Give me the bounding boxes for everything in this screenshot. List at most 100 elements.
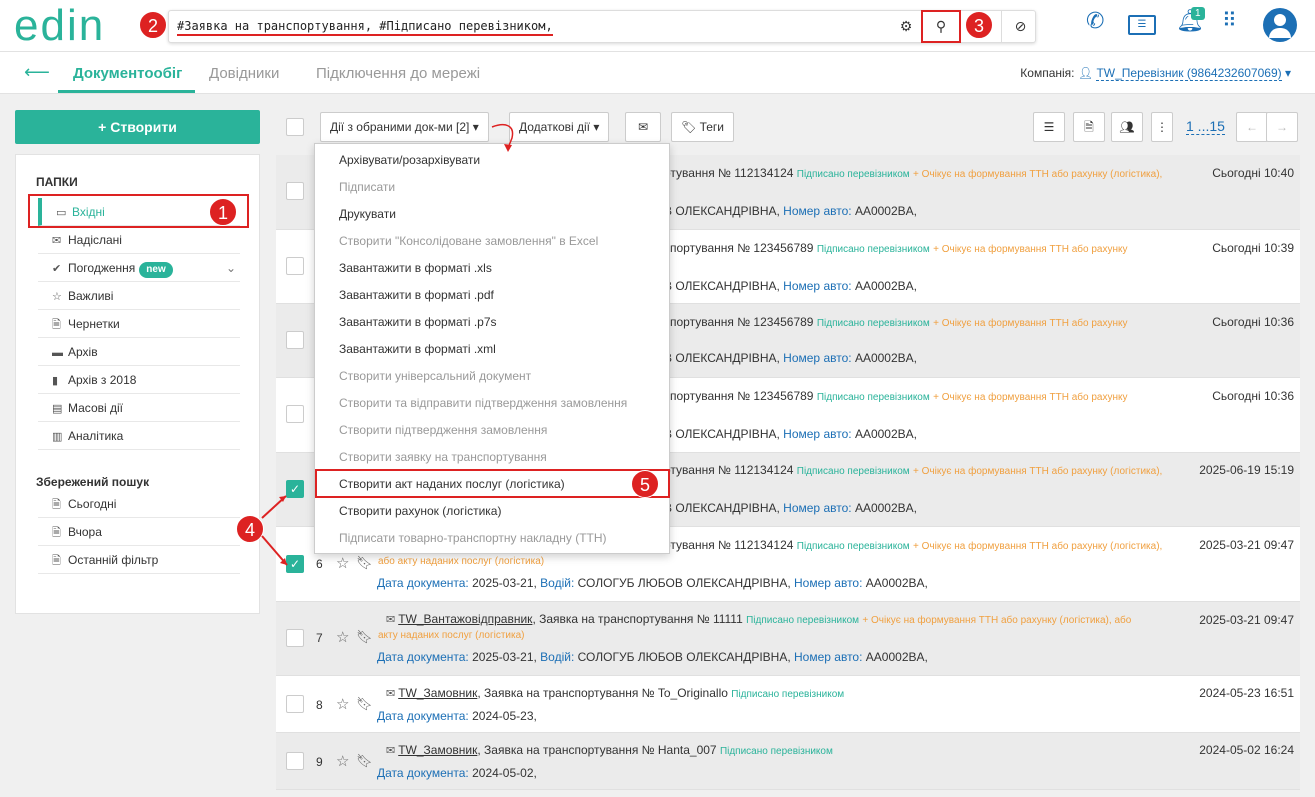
menu-item-download-p7s[interactable]: Завантажити в форматі .p7s — [315, 309, 669, 336]
menu-item-order-confirmation[interactable]: Створити підтвердження замовлення — [315, 417, 669, 444]
driver-name: СОЛОГУБ ЛЮБОВ ОЛЕКСАНДРІВНА, — [577, 650, 791, 664]
menu-item-sign[interactable]: Підписати — [315, 174, 669, 201]
row-checkbox[interactable] — [286, 695, 304, 713]
pagination[interactable]: 1 ...15 — [1186, 118, 1225, 135]
list-view-button[interactable]: ☰ — [1033, 112, 1065, 142]
company-dropdown[interactable]: TW_Перевізник (9864232607069) — [1096, 66, 1282, 81]
row-number: 7 — [316, 631, 323, 645]
saved-search-yesterday[interactable]: 🗎︎ Вчора — [38, 518, 240, 546]
selected-actions-dropdown[interactable]: Дії з обраними док-ми [2] ▾ — [320, 112, 489, 142]
star-icon[interactable]: ☆ — [336, 628, 349, 646]
tags-button[interactable]: 🏷︎ Теги — [671, 112, 734, 142]
row-checkbox[interactable] — [286, 182, 304, 200]
sender-link[interactable]: TW_Вантажовідправник — [398, 612, 532, 626]
doc-view-button[interactable]: 🗎︎ — [1073, 112, 1105, 142]
status-waiting: + Очікує на формування ТТН або рахунку — [933, 392, 1128, 403]
row-checkbox[interactable] — [286, 629, 304, 647]
tab-directories[interactable]: Довідники — [209, 65, 279, 82]
row-checkbox-checked[interactable]: ✓ — [286, 555, 304, 573]
menu-item-sign-waybill[interactable]: Підписати товарно-транспортну накладну (… — [315, 525, 669, 552]
doc-date: 2025-06-19 15:19 — [1199, 463, 1294, 477]
sidebar-item-analytics[interactable]: ▥ Аналітика — [38, 422, 240, 450]
sidebar-item-mass-actions[interactable]: ▤ Масові дії — [38, 394, 240, 422]
menu-item-consolidated-order[interactable]: Створити "Консолідоване замовлення" в Ex… — [315, 228, 669, 255]
table-row[interactable]: 7 ☆ 🔖︎ ✉ TW_Вантажовідправник, Заявка на … — [276, 602, 1300, 676]
status-waiting: + Очікує на формування ТТН або рахунку (… — [913, 466, 1163, 477]
news-icon[interactable]: ☰ — [1128, 15, 1156, 35]
sidebar-item-sent[interactable]: ✉ Надіслані — [38, 226, 240, 254]
bookmark-icon[interactable]: 🔖︎ — [356, 629, 373, 645]
group-view-button[interactable]: 👥︎ — [1111, 112, 1143, 142]
filter-settings-icon[interactable]: ⚙ — [887, 11, 925, 42]
more-options-button[interactable]: ⋮ — [1151, 112, 1173, 142]
check-icon: ✔ — [52, 263, 62, 275]
user-icon — [1274, 14, 1286, 26]
status-signed: Підписано перевізником — [746, 615, 860, 626]
next-page-button[interactable]: → — [1266, 112, 1298, 142]
search-input[interactable]: #Заявка на транспортування, #Підписано п… — [177, 19, 553, 36]
menu-item-universal-doc[interactable]: Створити універсальний документ — [315, 363, 669, 390]
doc-title: , Заявка на транспортування № 11111 — [532, 612, 743, 626]
apps-grid-icon[interactable]: ⠿ — [1222, 8, 1237, 33]
saved-search-today[interactable]: 🗎︎ Сьогодні — [38, 490, 240, 518]
bookmark-icon[interactable]: 🔖︎ — [356, 753, 373, 769]
caret-down-icon[interactable]: ▾ — [1285, 66, 1291, 80]
saved-search-last-filter[interactable]: 🗎︎ Останній фільтр — [38, 546, 240, 574]
menu-item-download-xml[interactable]: Завантажити в форматі .xml — [315, 336, 669, 363]
star-icon[interactable]: ☆ — [336, 695, 349, 713]
status-signed: Підписано перевізником — [796, 466, 910, 477]
back-arrow-icon[interactable]: ⟵ — [24, 62, 50, 83]
menu-item-print[interactable]: Друкувати — [315, 201, 669, 228]
folders-title: ПАПКИ — [36, 175, 78, 189]
email-button[interactable]: ✉ — [625, 112, 661, 142]
doc-date: 2025-03-21 09:47 — [1199, 538, 1294, 552]
bookmark-icon[interactable]: 🔖︎ — [356, 696, 373, 712]
sidebar-item-archive[interactable]: ▬ Архів — [38, 338, 240, 366]
phone-icon[interactable]: ✆ — [1086, 8, 1104, 34]
row-checkbox[interactable] — [286, 405, 304, 423]
prev-page-button[interactable]: ← — [1236, 112, 1268, 142]
menu-item-invoice[interactable]: Створити рахунок (логістика) — [315, 498, 669, 525]
sidebar-item-important[interactable]: ☆ Важливі — [38, 282, 240, 310]
row-number: 6 — [316, 557, 323, 571]
sidebar-item-drafts[interactable]: 🗎︎ Чернетки — [38, 310, 240, 338]
row-checkbox[interactable] — [286, 331, 304, 349]
car-number: AA0002BA, — [865, 576, 928, 590]
sender-link[interactable]: TW_Замовник — [398, 686, 477, 700]
sender-link[interactable]: TW_Замовник — [398, 743, 477, 757]
extra-actions-dropdown[interactable]: Додаткові дії ▾ — [509, 112, 610, 142]
row-number: 8 — [316, 698, 323, 712]
chevron-down-icon[interactable]: ⌄ — [226, 254, 236, 282]
status-waiting-cont: або акту наданих послуг (логістика) — [378, 556, 545, 567]
clear-search-button[interactable]: ⊘ — [1001, 11, 1039, 42]
doc-date: Сьогодні 10:40 — [1212, 166, 1294, 180]
status-signed: Підписано перевізником — [816, 392, 930, 403]
sidebar-item-approval[interactable]: ✔ Погодження new ⌄ — [38, 254, 240, 282]
menu-item-download-pdf[interactable]: Завантажити в форматі .pdf — [315, 282, 669, 309]
row-checkbox[interactable] — [286, 257, 304, 275]
envelope-open-icon: ✉ — [386, 614, 396, 626]
create-button[interactable]: + Створити — [15, 110, 260, 144]
edin-logo[interactable]: edin — [14, 4, 105, 48]
user-avatar[interactable] — [1263, 8, 1297, 42]
bookmark-icon[interactable]: 🔖︎ — [356, 555, 373, 571]
tab-network[interactable]: Підключення до мережі — [316, 65, 480, 82]
sidebar-item-archive-2018[interactable]: ▮ Архів з 2018 — [38, 366, 240, 394]
tab-documents[interactable]: Документообіг — [73, 65, 182, 82]
file-solid-icon: ▮ — [52, 375, 59, 387]
table-row[interactable]: 9 ☆ 🔖︎ ✉ TW_Замовник, Заявка на транспорт… — [276, 733, 1300, 790]
row-checkbox-checked[interactable]: ✓ — [286, 480, 304, 498]
menu-item-download-xls[interactable]: Завантажити в форматі .xls — [315, 255, 669, 282]
star-icon[interactable]: ☆ — [336, 554, 349, 572]
row-number: 9 — [316, 755, 323, 769]
menu-item-transport-request[interactable]: Створити заявку на транспортування — [315, 444, 669, 471]
search-bar: #Заявка на транспортування, #Підписано п… — [168, 10, 1036, 43]
star-icon[interactable]: ☆ — [336, 752, 349, 770]
search-button[interactable]: ⚲ — [921, 10, 961, 43]
table-row[interactable]: 8 ☆ 🔖︎ ✉ TW_Замовник, Заявка на транспорт… — [276, 676, 1300, 733]
select-all-checkbox[interactable] — [286, 118, 304, 136]
menu-item-create-send-confirmation[interactable]: Створити та відправити підтвердження зам… — [315, 390, 669, 417]
row-checkbox[interactable] — [286, 752, 304, 770]
menu-item-archive[interactable]: Архівувати/розархівувати — [315, 147, 669, 174]
doc-date-label: Дата документа: — [377, 650, 469, 664]
